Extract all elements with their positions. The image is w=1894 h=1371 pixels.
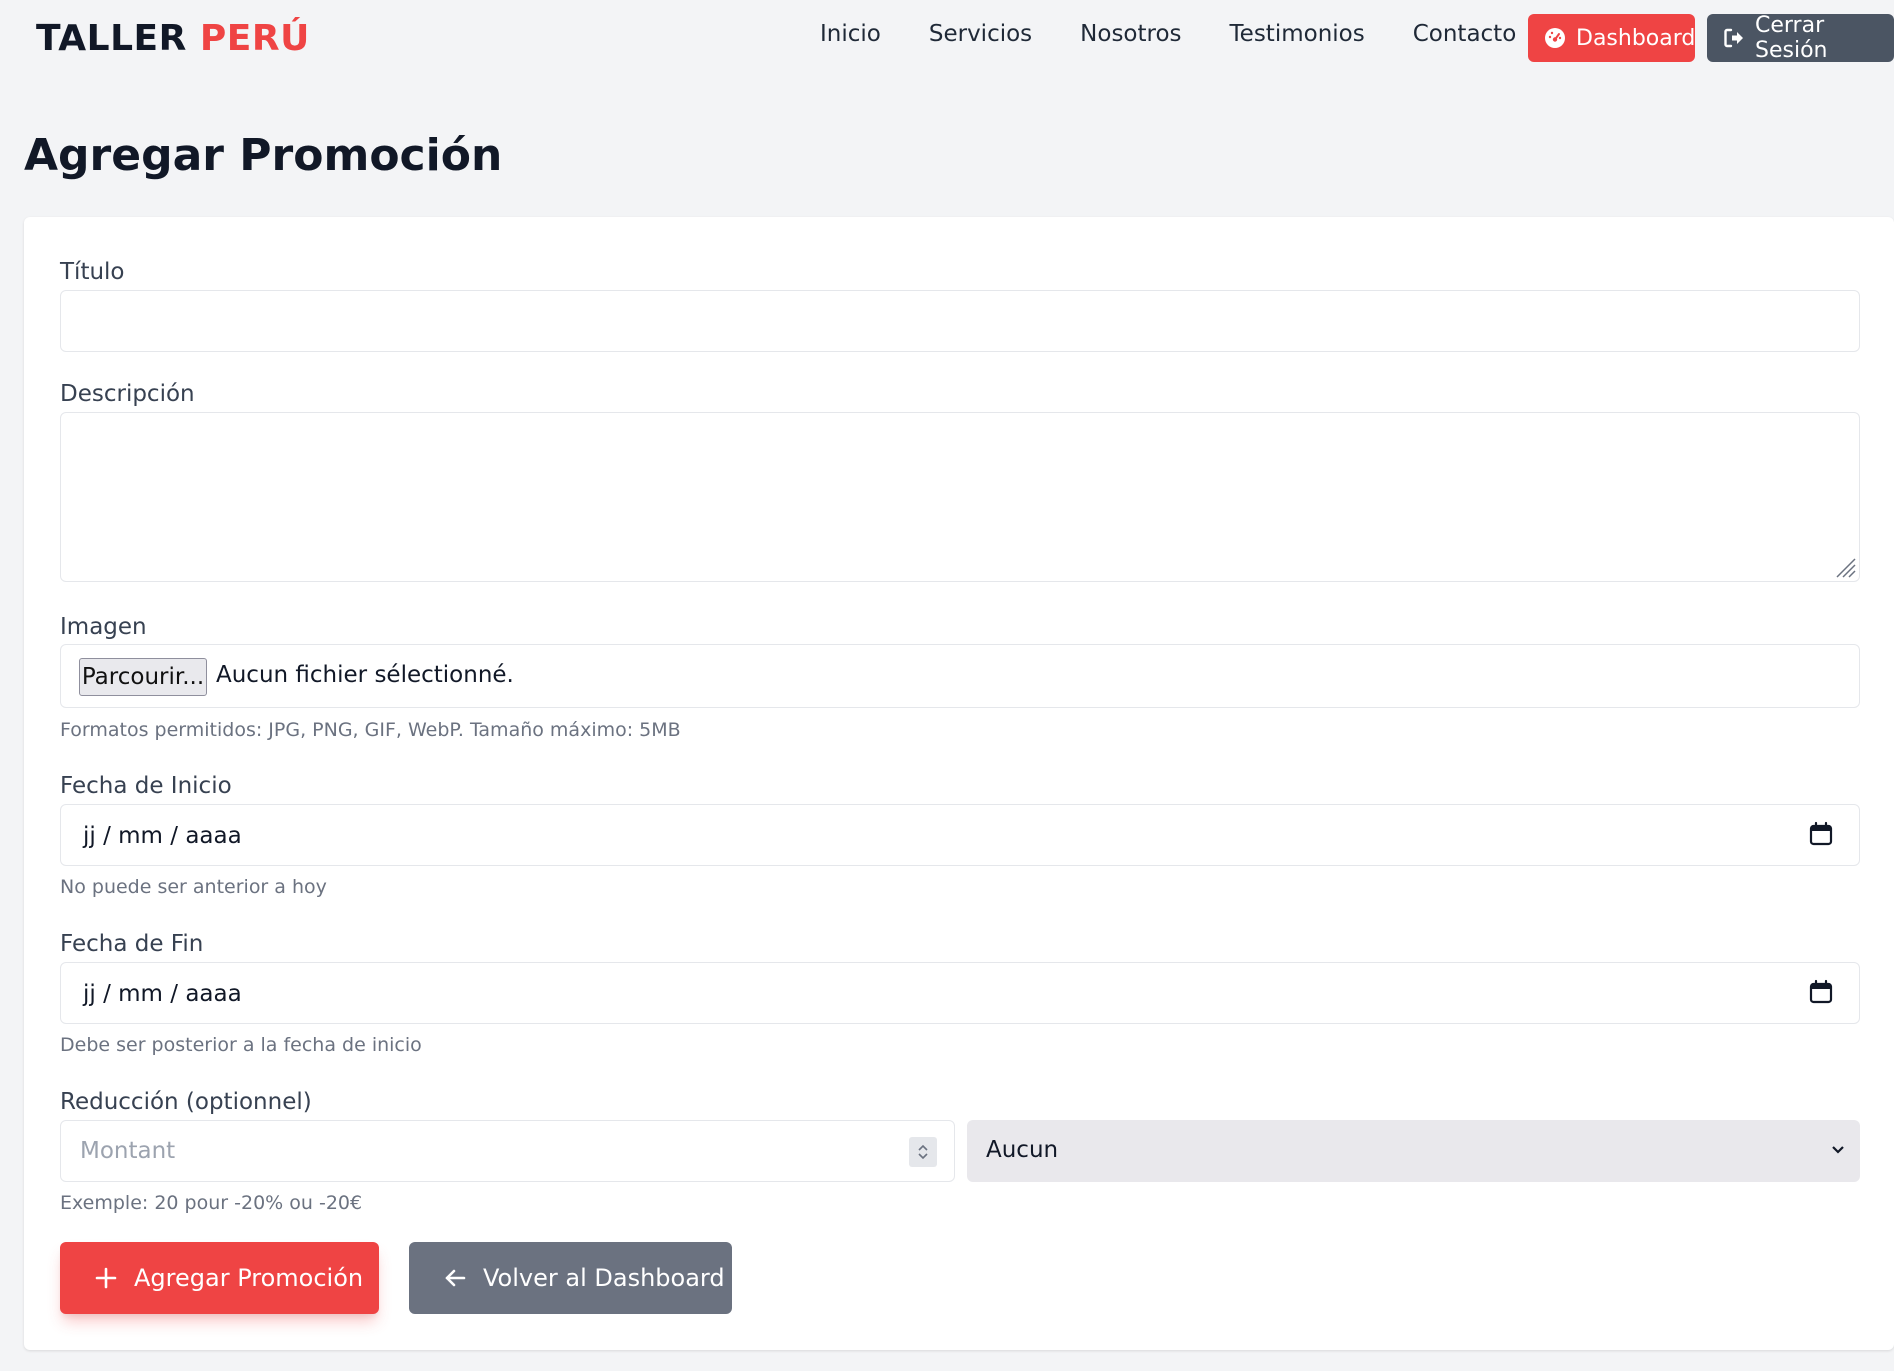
navbar: TALLER PERÚ Inicio Servicios Nosotros Te… bbox=[0, 0, 1894, 80]
brand-logo[interactable]: TALLER PERÚ bbox=[36, 18, 310, 59]
imagen-label: Imagen bbox=[60, 614, 147, 640]
nav-link-testimonios[interactable]: Testimonios bbox=[1230, 18, 1365, 50]
promotion-form-card: Título Descripción Imagen Parcourir... A… bbox=[24, 217, 1894, 1350]
gauge-icon bbox=[1544, 27, 1566, 49]
browse-button[interactable]: Parcourir... bbox=[79, 658, 207, 696]
back-to-dashboard-label: Volver al Dashboard bbox=[483, 1264, 725, 1292]
nav-link-nosotros[interactable]: Nosotros bbox=[1080, 18, 1181, 50]
fecha-inicio-placeholder: jj / mm / aaaa bbox=[83, 823, 242, 849]
nav-link-contacto[interactable]: Contacto bbox=[1413, 18, 1517, 50]
imagen-hint: Formatos permitidos: JPG, PNG, GIF, WebP… bbox=[60, 719, 681, 741]
dashboard-button[interactable]: Dashboard bbox=[1528, 14, 1695, 62]
descripcion-textarea[interactable] bbox=[60, 412, 1860, 582]
page-title: Agregar Promoción bbox=[24, 130, 503, 181]
add-promotion-label: Agregar Promoción bbox=[134, 1264, 364, 1292]
plus-icon bbox=[94, 1266, 118, 1290]
fecha-fin-hint: Debe ser posterior a la fecha de inicio bbox=[60, 1034, 422, 1056]
nav-links: Inicio Servicios Nosotros Testimonios Co… bbox=[820, 18, 1564, 50]
dashboard-button-label: Dashboard bbox=[1576, 25, 1696, 51]
file-status-text: Aucun fichier sélectionné. bbox=[216, 662, 514, 688]
nav-link-servicios[interactable]: Servicios bbox=[929, 18, 1032, 50]
reduccion-hint: Exemple: 20 pour -20% ou -20€ bbox=[60, 1192, 363, 1214]
titulo-input[interactable] bbox=[60, 290, 1860, 352]
logout-button[interactable]: Cerrar Sesión bbox=[1707, 13, 1894, 63]
resize-handle-icon[interactable] bbox=[1834, 556, 1856, 578]
brand-name-part1: TALLER bbox=[36, 18, 187, 59]
fecha-fin-input[interactable]: jj / mm / aaaa bbox=[60, 962, 1860, 1024]
logout-button-label: Cerrar Sesión bbox=[1755, 13, 1828, 63]
brand-name-part2: PERÚ bbox=[199, 18, 310, 59]
sign-out-icon bbox=[1723, 27, 1745, 49]
fecha-fin-label: Fecha de Fin bbox=[60, 931, 204, 957]
fecha-inicio-label: Fecha de Inicio bbox=[60, 773, 232, 799]
calendar-icon[interactable] bbox=[1807, 820, 1835, 848]
fecha-inicio-hint: No puede ser anterior a hoy bbox=[60, 876, 327, 898]
nav-link-inicio[interactable]: Inicio bbox=[820, 18, 881, 50]
chevron-down-icon bbox=[1830, 1142, 1846, 1162]
descripcion-label: Descripción bbox=[60, 381, 195, 407]
arrow-left-icon bbox=[443, 1266, 467, 1290]
fecha-inicio-input[interactable]: jj / mm / aaaa bbox=[60, 804, 1860, 866]
add-promotion-button[interactable]: Agregar Promoción bbox=[60, 1242, 379, 1314]
reduccion-label: Reducción (optionnel) bbox=[60, 1089, 312, 1115]
imagen-file-input[interactable]: Parcourir... Aucun fichier sélectionné. bbox=[60, 644, 1860, 708]
titulo-label: Título bbox=[60, 259, 125, 285]
calendar-icon[interactable] bbox=[1807, 978, 1835, 1006]
reduccion-type-value: Aucun bbox=[986, 1137, 1059, 1163]
number-spinner-icon[interactable] bbox=[909, 1137, 937, 1167]
amount-placeholder: Montant bbox=[80, 1138, 176, 1164]
back-to-dashboard-button[interactable]: Volver al Dashboard bbox=[409, 1242, 732, 1314]
fecha-fin-placeholder: jj / mm / aaaa bbox=[83, 981, 242, 1007]
reduccion-type-select[interactable]: Aucun bbox=[967, 1120, 1860, 1182]
reduccion-amount-input[interactable]: Montant bbox=[60, 1120, 955, 1182]
